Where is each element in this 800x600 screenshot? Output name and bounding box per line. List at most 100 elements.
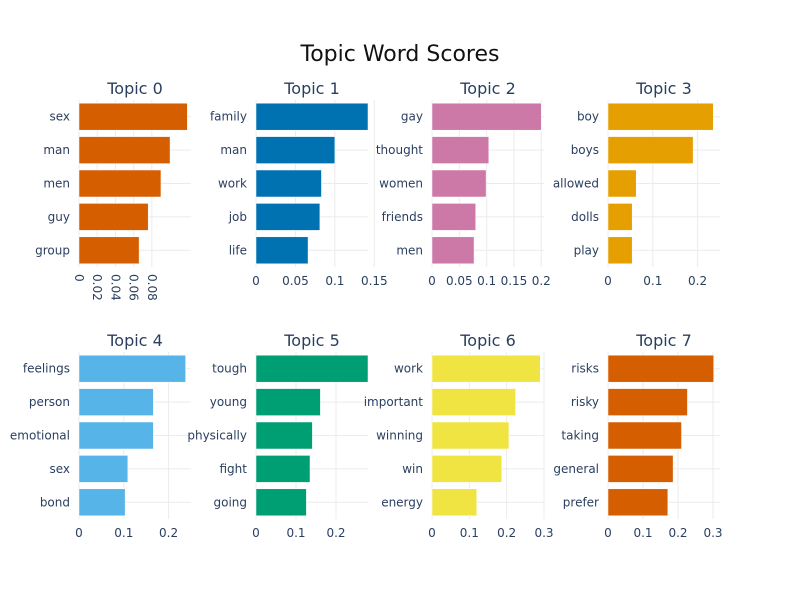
x-tick-label: 0 xyxy=(428,274,436,288)
bar-man xyxy=(255,136,336,164)
bar-tough xyxy=(255,354,369,383)
subplot-topic-6: Topic 6 work important winning win energy 0 0.1… xyxy=(364,331,554,540)
bar-life xyxy=(255,236,309,265)
category-label: important xyxy=(364,395,424,409)
x-tick-label: 0.1 xyxy=(114,526,133,540)
category-label: feelings xyxy=(23,362,70,376)
category-label: boy xyxy=(577,110,599,124)
bar-emotional xyxy=(78,421,154,450)
subplot-topic-1: Topic 1 family man work job life 0 0.05 0.1 0.15 xyxy=(210,79,388,288)
bar-gay xyxy=(431,102,542,131)
x-tick-label: 0.2 xyxy=(497,526,516,540)
x-tick-label: 0.15 xyxy=(501,274,528,288)
subplots-canvas: Topic 0 sex man men guy group 0 0.02 0.04 0.06 0.0… xyxy=(10,79,723,540)
bar-men xyxy=(78,169,162,198)
bar-taking xyxy=(607,421,682,450)
category-label: friends xyxy=(382,210,423,224)
x-tick-label: 0.05 xyxy=(282,274,309,288)
subplot-title: Topic 3 xyxy=(635,79,692,98)
category-label: sex xyxy=(49,110,70,124)
bar-young xyxy=(255,388,321,416)
subplot-topic-7: Topic 7 risks risky taking general prefer 0 0.1… xyxy=(553,331,722,540)
bar-prefer xyxy=(607,488,669,517)
bar-physically xyxy=(255,421,313,450)
subplot-topic-3: Topic 3 boy boys allowed dolls play 0 0.1 0.2 xyxy=(553,79,720,288)
subplot-title: Topic 1 xyxy=(283,79,340,98)
bar-play xyxy=(607,236,633,265)
x-tick-label: 0.3 xyxy=(534,526,553,540)
category-label: tough xyxy=(212,362,247,376)
subplot-title: Topic 4 xyxy=(106,331,163,350)
x-tick-label: 0 xyxy=(604,274,612,288)
category-label: fight xyxy=(220,462,248,476)
subplot-topic-4: Topic 4 feelings person emotional sex bond 0 0.… xyxy=(10,331,191,540)
x-tick-label: 0.04 xyxy=(108,274,122,301)
x-tick-label: 0.1 xyxy=(286,526,305,540)
x-tick-label: 0.06 xyxy=(127,274,141,301)
category-label: win xyxy=(402,462,423,476)
category-label: men xyxy=(43,177,70,191)
x-tick-label: 0.1 xyxy=(633,526,652,540)
category-label: work xyxy=(394,362,423,376)
category-label: family xyxy=(210,110,247,124)
bar-going xyxy=(255,488,307,517)
category-label: man xyxy=(220,143,247,157)
category-label: thought xyxy=(376,143,423,157)
category-label: women xyxy=(379,177,423,191)
x-tick-label: 0.02 xyxy=(90,274,104,301)
x-tick-label: 0.1 xyxy=(643,274,662,288)
bar-sex xyxy=(78,102,188,131)
x-tick-label: 0.2 xyxy=(159,526,178,540)
topic-word-scores-figure: Topic Word Scores Topic 0 sex man men guy gro… xyxy=(0,0,800,600)
bar-work xyxy=(255,169,322,198)
category-label: men xyxy=(396,243,423,257)
category-label: going xyxy=(213,495,247,509)
category-label: work xyxy=(218,177,247,191)
bar-general xyxy=(607,455,674,483)
x-tick-label: 0.15 xyxy=(361,274,388,288)
category-label: emotional xyxy=(10,429,70,443)
bar-thought xyxy=(431,136,490,164)
category-label: taking xyxy=(561,429,599,443)
bar-bond xyxy=(78,488,126,517)
bar-men xyxy=(431,236,475,265)
subplot-title: Topic 2 xyxy=(459,79,516,98)
category-label: person xyxy=(29,395,70,409)
bar-risks xyxy=(607,354,714,383)
x-tick-label: 0.1 xyxy=(325,274,344,288)
x-tick-label: 0.2 xyxy=(688,274,707,288)
x-tick-label: 0.05 xyxy=(446,274,473,288)
x-tick-label: 0.1 xyxy=(460,526,479,540)
x-tick-label: 0 xyxy=(75,526,83,540)
category-label: dolls xyxy=(571,210,599,224)
bar-boys xyxy=(607,136,694,164)
bar-win xyxy=(431,455,503,483)
subplot-title: Topic 0 xyxy=(106,79,163,98)
category-label: gay xyxy=(401,110,423,124)
category-label: boys xyxy=(571,143,599,157)
bar-job xyxy=(255,203,321,231)
bar-allowed xyxy=(607,169,637,198)
category-label: risks xyxy=(571,362,599,376)
category-label: risky xyxy=(571,395,599,409)
category-label: play xyxy=(574,243,599,257)
bar-family xyxy=(255,102,369,131)
x-tick-label: 0 xyxy=(604,526,612,540)
category-label: guy xyxy=(48,210,70,224)
bar-important xyxy=(431,388,516,416)
x-tick-label: 0.3 xyxy=(703,526,722,540)
category-label: young xyxy=(210,395,247,409)
x-tick-label: 0 xyxy=(428,526,436,540)
category-label: prefer xyxy=(563,495,599,509)
bar-boy xyxy=(607,102,714,131)
x-tick-label: 0 xyxy=(252,274,260,288)
x-tick-label: 0 xyxy=(72,274,86,282)
subplot-topic-5: Topic 5 tough young physically fight going 0 0.… xyxy=(187,331,369,540)
bar-energy xyxy=(431,488,478,517)
subplot-title: Topic 6 xyxy=(459,331,516,350)
category-label: job xyxy=(228,210,247,224)
bar-man xyxy=(78,136,171,164)
x-tick-label: 0 xyxy=(252,526,260,540)
bar-friends xyxy=(431,203,476,231)
subplot-topic-0: Topic 0 sex man men guy group 0 0.02 0.04 0.06 0.0… xyxy=(35,79,191,301)
